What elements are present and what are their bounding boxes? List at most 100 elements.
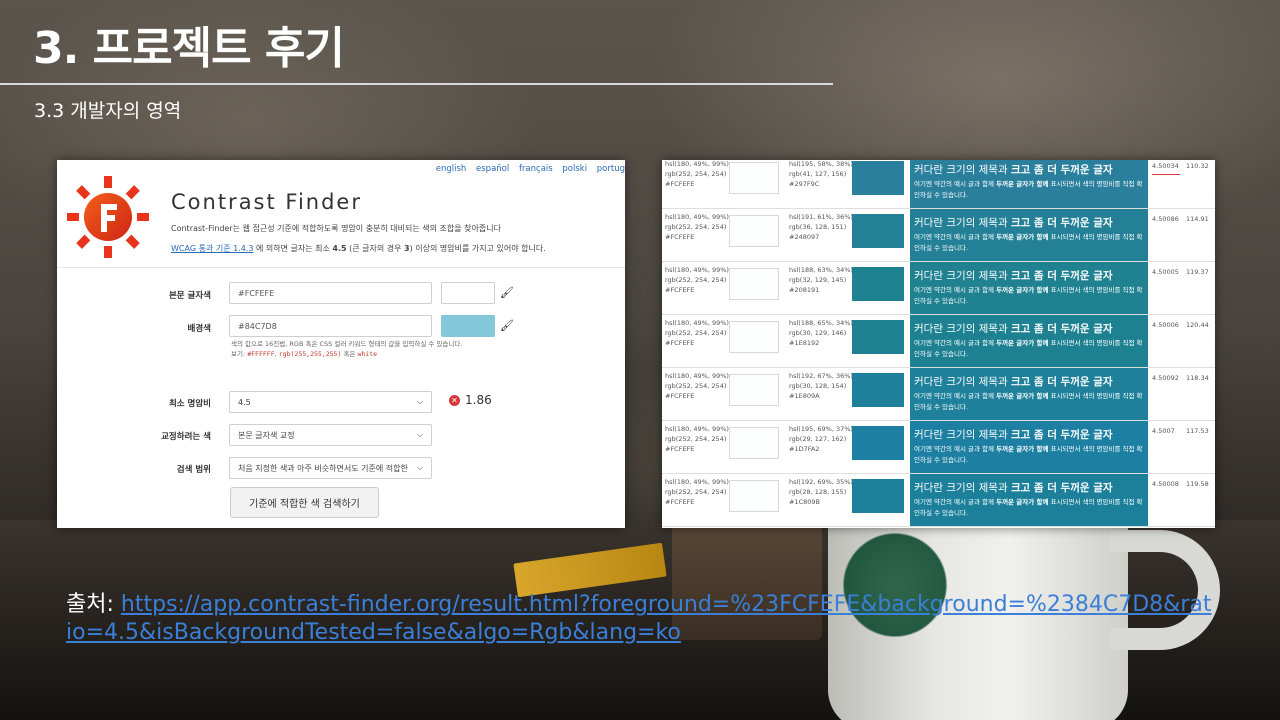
fg-swatch: [729, 480, 779, 512]
bg-color-input[interactable]: #84C7D8: [229, 315, 432, 337]
preview-heading-bold: 크고 좀 더 두꺼운 글자: [1010, 482, 1113, 494]
source-caption: 출처: https://app.contrast-finder.org/resu…: [66, 591, 1216, 647]
fg-color-values: hsl(180, 49%, 99%) rgb(252, 254, 254) #F…: [665, 160, 729, 188]
correct-color-value: 본문 글자색 교정: [238, 430, 295, 440]
contrast-ratio: 4.5007: [1152, 427, 1175, 435]
fg-color-values: hsl(180, 49%, 99%) rgb(252, 254, 254) #F…: [665, 319, 729, 347]
preview-heading-text: 커다란 크기의 제목과: [914, 164, 1011, 176]
preview-body: 여기엔 약간의 예시 글과 함께 두꺼운 글자가 함께 표시되면서 색의 명암비…: [914, 285, 1144, 307]
hint-prefix: 보기:: [231, 350, 248, 358]
bg-color-values: hsl(195, 58%, 38%) rgb(41, 127, 156) #29…: [789, 160, 853, 188]
hint-code: white: [357, 350, 378, 358]
fg-color-input[interactable]: #FCFEFE: [229, 282, 432, 304]
color-distance: 119.37: [1186, 268, 1209, 276]
preview-sample: 커다란 크기의 제목과 크고 좀 더 두꺼운 글자여기엔 약간의 예시 글과 함…: [910, 209, 1148, 261]
preview-body-text: 여기엔 약간의 예시 글과 함께: [914, 180, 997, 188]
preview-body-text: 여기엔 약간의 예시 글과 함께: [914, 233, 997, 241]
fg-color-values: hsl(180, 49%, 99%) rgb(252, 254, 254) #F…: [665, 372, 729, 400]
preview-body-bold: 두꺼운 글자가 함께: [996, 498, 1049, 506]
preview-body: 여기엔 약간의 예시 글과 함께 두꺼운 글자가 함께 표시되면서 색의 명암비…: [914, 391, 1144, 413]
hint-code: #FFFFFF: [247, 350, 275, 358]
current-ratio-value: 1.86: [465, 393, 492, 407]
slide-title: 3. 프로젝트 후기: [33, 23, 345, 74]
color-input-hint: 색의 값으로 16진법, RGB 혹은 CSS 컬러 키워드 형태의 값을 입력…: [231, 339, 471, 359]
fail-icon: ✕: [449, 394, 460, 406]
min-ratio-label: 최소 명암비: [168, 399, 211, 409]
bg-color-swatch[interactable]: [441, 315, 495, 337]
contrast-ratio: 4.50092: [1152, 374, 1179, 382]
wcag-text-mid: (큰 글자의 경우: [346, 244, 405, 253]
wcag-text-post: ) 이상의 명암비를 가지고 있어야 합니다.: [409, 244, 546, 253]
lang-link[interactable]: français: [519, 164, 553, 174]
search-range-select[interactable]: 처음 지정한 색과 아주 비슷하면서도 기준에 적합한 ⌵: [229, 457, 432, 479]
preview-sample: 커다란 크기의 제목과 크고 좀 더 두꺼운 글자여기엔 약간의 예시 글과 함…: [910, 368, 1148, 420]
fg-color-label: 본문 글자색: [168, 291, 211, 301]
preview-heading: 커다란 크기의 제목과 크고 좀 더 두꺼운 글자: [914, 427, 1144, 442]
current-ratio: ✕ 1.86: [449, 393, 492, 407]
min-ratio-select[interactable]: 4.5 ⌵: [229, 391, 432, 413]
fg-eyedropper-icon[interactable]: 🖌: [500, 286, 514, 299]
bg-eyedropper-icon[interactable]: 🖌: [500, 319, 514, 332]
source-link[interactable]: https://app.contrast-finder.org/result.h…: [66, 592, 1211, 645]
result-row: hsl(180, 49%, 99%) rgb(252, 254, 254) #F…: [662, 368, 1215, 421]
result-row: hsl(180, 49%, 99%) rgb(252, 254, 254) #F…: [662, 421, 1215, 474]
bg-swatch: [852, 214, 904, 248]
bg-color-label: 배경색: [187, 324, 211, 334]
preview-body-bold: 두꺼운 글자가 함께: [996, 286, 1049, 294]
preview-heading: 커다란 크기의 제목과 크고 좀 더 두꺼운 글자: [914, 374, 1144, 389]
fg-swatch: [729, 374, 779, 406]
preview-body-bold: 두꺼운 글자가 함께: [996, 392, 1049, 400]
preview-sample: 커다란 크기의 제목과 크고 좀 더 두꺼운 글자여기엔 약간의 예시 글과 함…: [910, 262, 1148, 314]
wcag-link[interactable]: WCAG 통과 기준 1.4.3: [171, 244, 253, 253]
result-row: hsl(180, 49%, 99%) rgb(252, 254, 254) #F…: [662, 262, 1215, 315]
app-description: Contrast-Finder는 웹 접근성 기준에 적합하도록 명암이 충분히…: [171, 224, 501, 233]
bg-swatch: [852, 161, 904, 195]
bg-color-values: hsl(192, 69%, 35%) rgb(28, 128, 155) #1C…: [789, 478, 853, 506]
preview-body: 여기엔 약간의 예시 글과 함께 두꺼운 글자가 함께 표시되면서 색의 명암비…: [914, 497, 1144, 519]
color-distance: 118.34: [1186, 374, 1209, 382]
source-label: 출처:: [66, 592, 121, 617]
wcag-bold-1: 4.5: [332, 244, 347, 253]
preview-heading-bold: 크고 좀 더 두꺼운 글자: [1010, 376, 1113, 388]
fg-color-values: hsl(180, 49%, 99%) rgb(252, 254, 254) #F…: [665, 213, 729, 241]
bg-color-values: hsl(192, 67%, 36%) rgb(30, 128, 154) #1E…: [789, 372, 853, 400]
bg-color-values: hsl(188, 65%, 34%) rgb(30, 129, 146) #1E…: [789, 319, 853, 347]
preview-body: 여기엔 약간의 예시 글과 함께 두꺼운 글자가 함께 표시되면서 색의 명암비…: [914, 338, 1144, 360]
color-distance: 120.44: [1186, 321, 1209, 329]
title-divider: [0, 83, 833, 85]
preview-body: 여기엔 약간의 예시 글과 함께 두꺼운 글자가 함께 표시되면서 색의 명암비…: [914, 444, 1144, 466]
preview-body: 여기엔 약간의 예시 글과 함께 두꺼운 글자가 함께 표시되면서 색의 명암비…: [914, 179, 1144, 201]
lang-link[interactable]: español: [476, 164, 509, 174]
fg-color-swatch[interactable]: [441, 282, 495, 304]
preview-sample: 커다란 크기의 제목과 크고 좀 더 두꺼운 글자 여기엔 약간의 예시 글과 함…: [910, 474, 1148, 526]
lang-link[interactable]: portug: [597, 164, 625, 174]
preview-body-text: 여기엔 약간의 예시 글과 함께: [914, 498, 997, 506]
preview-sample: 커다란 크기의 제목과 크고 좀 더 두꺼운 글자여기엔 약간의 예시 글과 함…: [910, 421, 1148, 473]
chevron-down-icon: ⌵: [416, 397, 423, 406]
result-row: hsl(180, 49%, 99%) rgb(252, 254, 254) #F…: [662, 209, 1215, 262]
contrast-ratio: 4.50008: [1152, 480, 1179, 488]
contrast-finder-logo-icon: [67, 176, 149, 258]
preview-heading-bold: 크고 좀 더 두꺼운 글자: [1010, 217, 1113, 229]
correct-color-select[interactable]: 본문 글자색 교정 ⌵: [229, 424, 432, 446]
fg-color-values: hsl(180, 49%, 99%) rgb(252, 254, 254) #F…: [665, 478, 729, 506]
bg-swatch: [852, 320, 904, 354]
hint-or: 혹은: [341, 350, 358, 358]
preview-body-text: 여기엔 약간의 예시 글과 함께: [914, 286, 997, 294]
results-screenshot: hsl(180, 49%, 99%) rgb(252, 254, 254) #F…: [662, 160, 1215, 528]
preview-heading: 커다란 크기의 제목과 크고 좀 더 두꺼운 글자: [914, 215, 1144, 230]
preview-heading-text: 커다란 크기의 제목과: [914, 429, 1011, 441]
contrast-ratio: 4.50005: [1152, 268, 1179, 276]
chevron-down-icon: ⌵: [416, 463, 423, 472]
fg-swatch: [729, 162, 779, 194]
result-row: hsl(180, 49%, 99%) rgb(252, 254, 254) #F…: [662, 160, 1215, 209]
preview-heading-text: 커다란 크기의 제목과: [914, 323, 1011, 335]
search-range-value: 처음 지정한 색과 아주 비슷하면서도 기준에 적합한: [238, 463, 408, 473]
search-colors-button[interactable]: 기준에 적합한 색 검색하기: [230, 487, 379, 518]
preview-heading: 커다란 크기의 제목과 크고 좀 더 두꺼운 글자: [914, 268, 1144, 283]
lang-link[interactable]: polski: [562, 164, 587, 174]
wcag-note: WCAG 통과 기준 1.4.3 에 의하면 글자는 최소 4.5 (큰 글자의…: [171, 243, 546, 254]
fg-swatch: [729, 427, 779, 459]
ratio-underline: [1152, 174, 1180, 175]
lang-link[interactable]: english: [436, 164, 467, 174]
